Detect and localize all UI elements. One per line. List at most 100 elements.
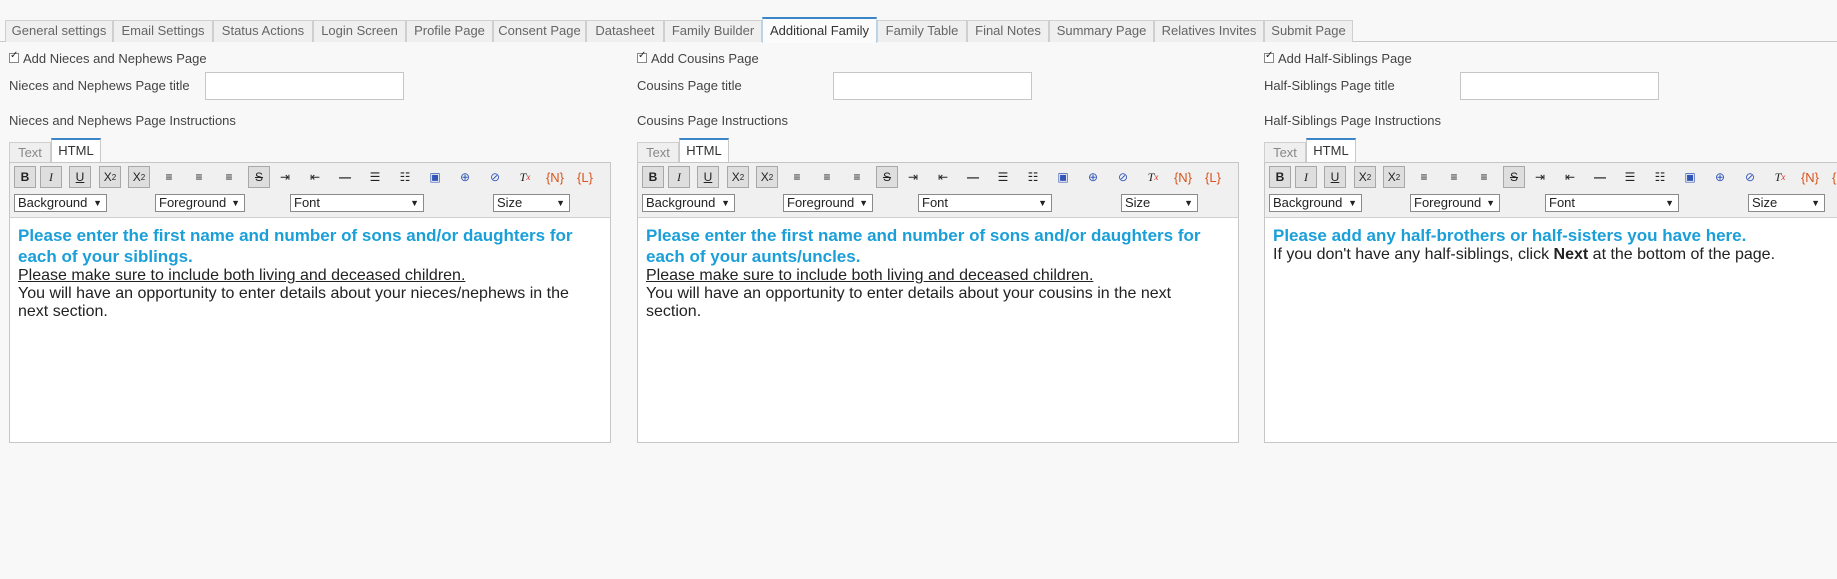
align-left-icon[interactable]: ≡ xyxy=(786,166,808,188)
align-right-icon[interactable]: ≡ xyxy=(218,166,240,188)
token-n-button[interactable]: {N} xyxy=(1172,166,1194,188)
editor-tab-text[interactable]: Text xyxy=(9,142,51,162)
bold-button[interactable]: B xyxy=(14,166,36,188)
horizontal-rule-icon[interactable]: — xyxy=(962,166,984,188)
instructions-editor[interactable]: B I U X2 X2 ≡ ≡ ≡ S ⇥ ⇤ — ☰ ☷ ▣ ⊕ ⊘ Tx {… xyxy=(9,162,611,443)
outdent-icon[interactable]: ⇤ xyxy=(304,166,326,188)
unordered-list-icon[interactable]: ☷ xyxy=(1649,166,1671,188)
ordered-list-icon[interactable]: ☰ xyxy=(364,166,386,188)
outdent-icon[interactable]: ⇤ xyxy=(1559,166,1581,188)
clear-format-icon[interactable]: Tx xyxy=(1142,166,1164,188)
add-nieces-nephews-checkbox[interactable]: Add Nieces and Nephews Page xyxy=(9,50,207,66)
indent-icon[interactable]: ⇥ xyxy=(274,166,296,188)
strikethrough-icon[interactable]: S xyxy=(248,166,270,188)
image-icon[interactable]: ▣ xyxy=(1679,166,1701,188)
checkbox-checked-icon[interactable] xyxy=(9,50,19,63)
link-icon[interactable]: ⊕ xyxy=(1082,166,1104,188)
font-select[interactable]: Font xyxy=(1545,194,1679,212)
align-left-icon[interactable]: ≡ xyxy=(1413,166,1435,188)
background-select[interactable]: Background xyxy=(14,194,107,212)
outdent-icon[interactable]: ⇤ xyxy=(932,166,954,188)
image-icon[interactable]: ▣ xyxy=(1052,166,1074,188)
indent-icon[interactable]: ⇥ xyxy=(1529,166,1551,188)
underline-button[interactable]: U xyxy=(1324,166,1346,188)
subscript-icon[interactable]: X2 xyxy=(99,166,121,188)
background-select[interactable]: Background xyxy=(642,194,735,212)
add-half-siblings-checkbox[interactable]: Add Half-Siblings Page xyxy=(1264,50,1412,66)
add-cousins-checkbox[interactable]: Add Cousins Page xyxy=(637,50,759,66)
foreground-select[interactable]: Foreground xyxy=(783,194,873,212)
underline-button[interactable]: U xyxy=(697,166,719,188)
token-l-button[interactable]: {L} xyxy=(574,166,596,188)
unlink-icon[interactable]: ⊘ xyxy=(1112,166,1134,188)
size-select[interactable]: Size xyxy=(1121,194,1198,212)
unordered-list-icon[interactable]: ☷ xyxy=(1022,166,1044,188)
italic-button[interactable]: I xyxy=(668,166,690,188)
tab-login-screen[interactable]: Login Screen xyxy=(313,20,406,42)
italic-button[interactable]: I xyxy=(1295,166,1317,188)
editor-content[interactable]: Please enter the first name and number o… xyxy=(18,225,602,321)
strikethrough-icon[interactable]: S xyxy=(1503,166,1525,188)
editor-tab-html[interactable]: HTML xyxy=(51,138,101,163)
editor-content[interactable]: Please enter the first name and number o… xyxy=(646,225,1230,321)
align-right-icon[interactable]: ≡ xyxy=(1473,166,1495,188)
tab-status-actions[interactable]: Status Actions xyxy=(213,20,313,42)
clear-format-icon[interactable]: Tx xyxy=(514,166,536,188)
superscript-icon[interactable]: X2 xyxy=(1383,166,1405,188)
instructions-editor[interactable]: B I U X2 X2 ≡ ≡ ≡ S ⇥ ⇤ — ☰ ☷ ▣ ⊕ ⊘ Tx {… xyxy=(637,162,1239,443)
align-right-icon[interactable]: ≡ xyxy=(846,166,868,188)
unordered-list-icon[interactable]: ☷ xyxy=(394,166,416,188)
image-icon[interactable]: ▣ xyxy=(424,166,446,188)
tab-family-table[interactable]: Family Table xyxy=(877,20,967,42)
tab-general-settings[interactable]: General settings xyxy=(5,20,113,42)
size-select[interactable]: Size xyxy=(1748,194,1825,212)
editor-tab-html[interactable]: HTML xyxy=(1306,138,1356,163)
ordered-list-icon[interactable]: ☰ xyxy=(1619,166,1641,188)
horizontal-rule-icon[interactable]: — xyxy=(334,166,356,188)
title-input[interactable] xyxy=(833,72,1032,100)
subscript-icon[interactable]: X2 xyxy=(727,166,749,188)
font-select[interactable]: Font xyxy=(918,194,1052,212)
editor-content[interactable]: Please add any half-brothers or half-sis… xyxy=(1273,225,1837,264)
unlink-icon[interactable]: ⊘ xyxy=(484,166,506,188)
tab-datasheet[interactable]: Datasheet xyxy=(586,20,664,42)
token-n-button[interactable]: {N} xyxy=(544,166,566,188)
checkbox-checked-icon[interactable] xyxy=(1264,50,1274,63)
instructions-editor[interactable]: B I U X2 X2 ≡ ≡ ≡ S ⇥ ⇤ — ☰ ☷ ▣ ⊕ ⊘ Tx {… xyxy=(1264,162,1837,443)
clear-format-icon[interactable]: Tx xyxy=(1769,166,1791,188)
editor-tab-text[interactable]: Text xyxy=(637,142,679,162)
ordered-list-icon[interactable]: ☰ xyxy=(992,166,1014,188)
align-center-icon[interactable]: ≡ xyxy=(188,166,210,188)
italic-button[interactable]: I xyxy=(40,166,62,188)
font-select[interactable]: Font xyxy=(290,194,424,212)
token-l-button[interactable]: {L} xyxy=(1202,166,1224,188)
superscript-icon[interactable]: X2 xyxy=(756,166,778,188)
align-center-icon[interactable]: ≡ xyxy=(816,166,838,188)
link-icon[interactable]: ⊕ xyxy=(1709,166,1731,188)
tab-final-notes[interactable]: Final Notes xyxy=(967,20,1049,42)
tab-additional-family[interactable]: Additional Family xyxy=(762,17,877,43)
superscript-icon[interactable]: X2 xyxy=(128,166,150,188)
strikethrough-icon[interactable]: S xyxy=(876,166,898,188)
editor-tab-html[interactable]: HTML xyxy=(679,138,729,163)
title-input[interactable] xyxy=(1460,72,1659,100)
title-input[interactable] xyxy=(205,72,404,100)
tab-email-settings[interactable]: Email Settings xyxy=(113,20,213,42)
link-icon[interactable]: ⊕ xyxy=(454,166,476,188)
tab-summary-page[interactable]: Summary Page xyxy=(1049,20,1154,42)
foreground-select[interactable]: Foreground xyxy=(155,194,245,212)
bold-button[interactable]: B xyxy=(642,166,664,188)
token-l-button[interactable]: {L} xyxy=(1829,166,1837,188)
bold-button[interactable]: B xyxy=(1269,166,1291,188)
underline-button[interactable]: U xyxy=(69,166,91,188)
tab-family-builder[interactable]: Family Builder xyxy=(664,20,762,42)
align-center-icon[interactable]: ≡ xyxy=(1443,166,1465,188)
align-left-icon[interactable]: ≡ xyxy=(158,166,180,188)
background-select[interactable]: Background xyxy=(1269,194,1362,212)
tab-relatives-invites[interactable]: Relatives Invites xyxy=(1154,20,1264,42)
tab-profile-page[interactable]: Profile Page xyxy=(406,20,493,42)
horizontal-rule-icon[interactable]: — xyxy=(1589,166,1611,188)
tab-consent-page[interactable]: Consent Page xyxy=(493,20,586,42)
editor-tab-text[interactable]: Text xyxy=(1264,142,1306,162)
tab-submit-page[interactable]: Submit Page xyxy=(1264,20,1353,42)
